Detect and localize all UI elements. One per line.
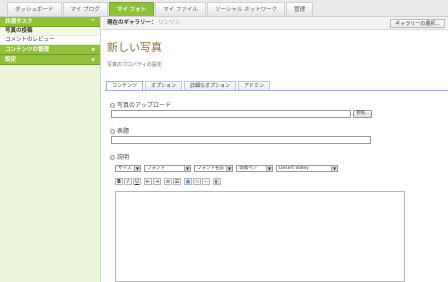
- tab-my-files[interactable]: マイ ファイル: [155, 2, 206, 16]
- font-select[interactable]: フォント ▼: [144, 165, 191, 172]
- sidebar-item-review-comments[interactable]: コメントのレビュー: [0, 36, 100, 45]
- sidebar-section-settings[interactable]: 設定 v: [0, 55, 100, 65]
- chevron-down-icon: ▼: [134, 166, 140, 171]
- style-value: Desert Valley: [279, 166, 309, 171]
- bold-button[interactable]: B: [115, 178, 123, 185]
- font-size-select[interactable]: サイズ ▼: [115, 165, 141, 172]
- indent-button[interactable]: ⇥: [153, 178, 161, 185]
- current-gallery-value: リンリン: [158, 20, 181, 26]
- sidebar-section-manage-content[interactable]: コンテンツの管理 v: [0, 45, 100, 55]
- upload-photo-label: 写真のアップロード: [117, 102, 172, 109]
- font-name-select[interactable]: フォント名前 ▼: [194, 165, 233, 172]
- style-select[interactable]: Desert Valley ▼: [276, 165, 338, 172]
- description-label-row: 説明: [110, 152, 129, 161]
- description-editor[interactable]: [115, 191, 405, 282]
- tab-dashboard[interactable]: ダッシュボード: [7, 2, 62, 16]
- italic-button[interactable]: I: [124, 178, 132, 185]
- font-value: フォント: [147, 166, 165, 171]
- chevron-down-icon: ▼: [184, 166, 190, 171]
- insert-image-button[interactable]: ▣: [184, 178, 192, 185]
- tab-admin[interactable]: 管理: [286, 2, 314, 16]
- top-navigation-bar: ダッシュボード マイ ブログ マイ フォト マイ ファイル ソーシャル ネットワ…: [0, 0, 448, 17]
- title-input[interactable]: [111, 136, 371, 144]
- html-source-button[interactable]: ◧: [213, 178, 221, 185]
- tab-my-photos[interactable]: マイ フォト: [108, 2, 155, 16]
- unlink-icon[interactable]: ⌁: [202, 178, 210, 185]
- sidebar-section-label: コンテンツの管理: [5, 47, 50, 53]
- font-name-value: フォント名前: [197, 166, 224, 171]
- link-icon[interactable]: ∞: [193, 178, 201, 185]
- title-field-label: 表題: [117, 128, 130, 135]
- page-subtitle: 写真のプロパティの設定: [107, 62, 162, 68]
- title-label-row: 表題: [110, 126, 129, 135]
- sidebar-section-common-tasks[interactable]: 共通タスク ^: [0, 17, 100, 27]
- page-title: 新しい写真: [107, 41, 162, 54]
- tab-my-blog[interactable]: マイ ブログ: [62, 2, 108, 16]
- sidebar-item-post-photo[interactable]: 写真の投稿: [0, 27, 100, 36]
- bullet-list-button[interactable]: ≡: [164, 178, 172, 185]
- chevron-down-icon: ▼: [226, 166, 232, 171]
- browse-button[interactable]: 参照...: [353, 110, 373, 118]
- help-icon[interactable]: [110, 103, 115, 108]
- chevron-down-icon[interactable]: v: [91, 45, 95, 55]
- numbered-list-button[interactable]: ☰: [173, 178, 181, 185]
- upload-file-input[interactable]: [111, 110, 351, 118]
- underline-button[interactable]: U: [133, 178, 141, 185]
- main-tabs: ダッシュボード マイ ブログ マイ フォト マイ ファイル ソーシャル ネットワ…: [7, 2, 314, 17]
- help-icon[interactable]: [110, 155, 115, 160]
- select-gallery-button[interactable]: ギャラリーの選択...: [390, 19, 445, 28]
- chevron-down-icon: ▼: [331, 166, 337, 171]
- current-gallery-bar: 現在のギャラリー： リンリン ギャラリーの選択...: [102, 17, 448, 30]
- upload-label-row: 写真のアップロード: [110, 100, 171, 109]
- tab-social-network[interactable]: ソーシャル ネットワーク: [206, 2, 286, 16]
- pen-select[interactable]: 等幅ペン ▼: [236, 165, 273, 172]
- chevron-down-icon[interactable]: v: [91, 55, 95, 65]
- main-content: 現在のギャラリー： リンリン ギャラリーの選択... 新しい写真 写真のプロパテ…: [102, 17, 448, 282]
- current-gallery-label: 現在のギャラリー：: [107, 20, 157, 26]
- sidebar-section-label: 設定: [5, 57, 17, 63]
- sidebar: 共通タスク ^ 写真の投稿 コメントのレビュー コンテンツの管理 v 設定 v: [0, 17, 101, 282]
- font-size-value: サイズ: [118, 166, 132, 171]
- chevron-up-icon[interactable]: ^: [90, 17, 95, 27]
- chevron-down-icon: ▼: [266, 166, 272, 171]
- description-field-label: 説明: [117, 154, 130, 161]
- pen-value: 等幅ペン: [239, 166, 257, 171]
- help-icon[interactable]: [110, 129, 115, 134]
- sidebar-section-label: 共通タスク: [5, 19, 33, 25]
- outdent-button[interactable]: ⇤: [144, 178, 152, 185]
